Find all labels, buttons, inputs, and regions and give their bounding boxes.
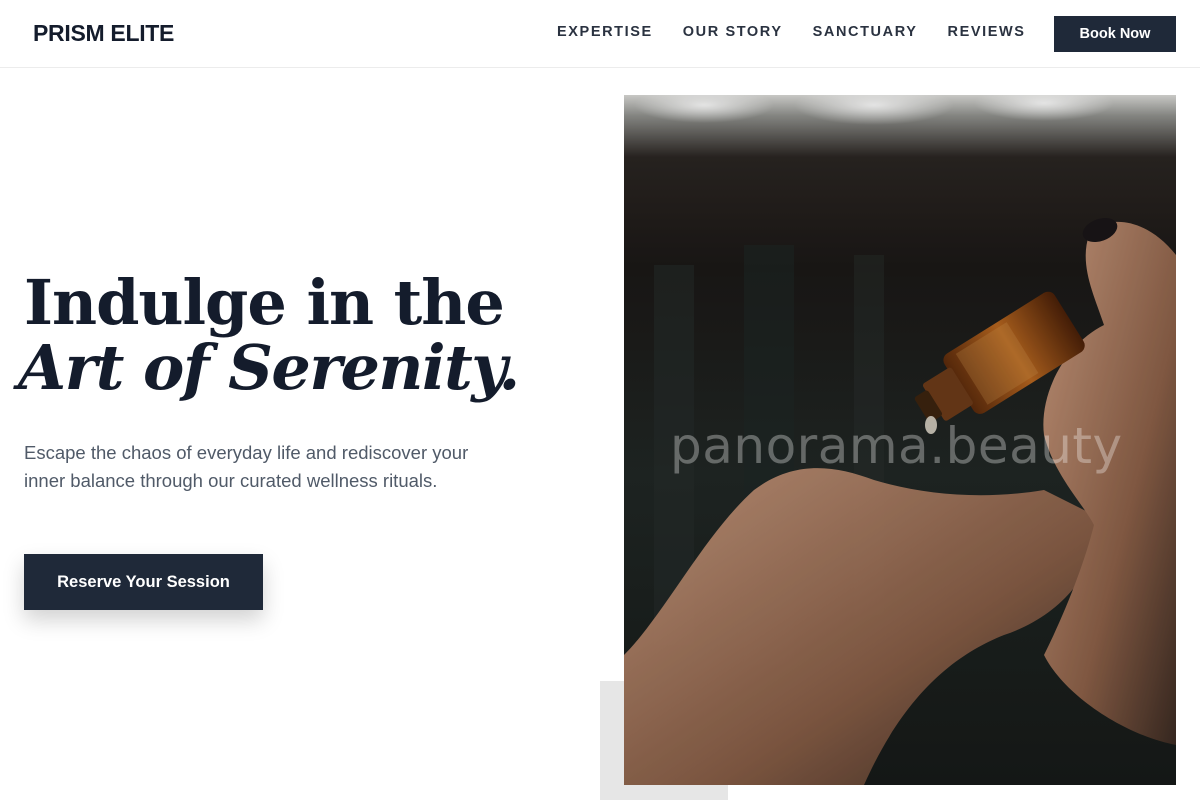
nav-link-our-story[interactable]: OUR STORY <box>683 24 783 40</box>
nav-link-sanctuary[interactable]: SANCTUARY <box>813 24 918 40</box>
reserve-session-button[interactable]: Reserve Your Session <box>24 554 263 610</box>
hero-title-line1: Indulge in the <box>24 266 505 339</box>
hero-subtitle: Escape the chaos of everyday life and re… <box>24 442 469 491</box>
main-nav: EXPERTISE OUR STORY SANCTUARY REVIEWS <box>557 24 1056 40</box>
brand-logo[interactable]: PRISM ELITE <box>33 20 174 47</box>
hero-title: Indulge in the Art of Serenity. <box>18 266 544 400</box>
nav-link-expertise[interactable]: EXPERTISE <box>557 24 653 40</box>
book-now-button[interactable]: Book Now <box>1054 16 1176 52</box>
hero-image: panorama.beauty <box>624 95 1176 785</box>
nav-link-reviews[interactable]: REVIEWS <box>948 24 1026 40</box>
watermark-text: panorama.beauty <box>670 417 1123 475</box>
top-navbar: PRISM ELITE EXPERTISE OUR STORY SANCTUAR… <box>0 0 1200 68</box>
hero-title-line2: Art of Serenity. <box>18 331 520 405</box>
